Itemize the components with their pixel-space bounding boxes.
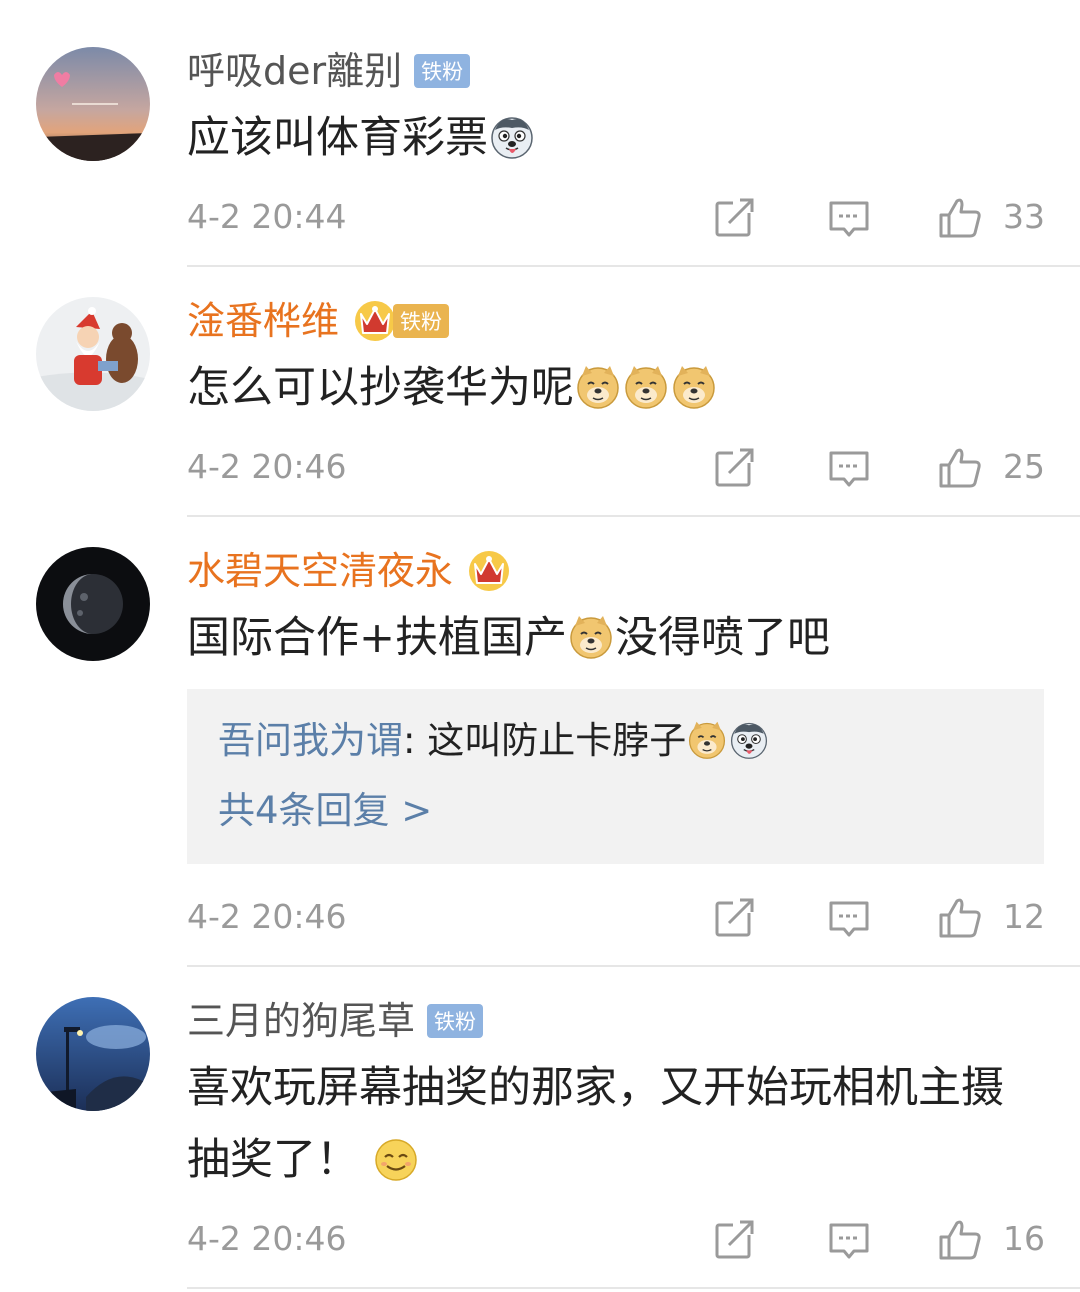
timestamp: 4-2 20:44 — [187, 197, 347, 236]
like-icon[interactable] — [937, 445, 981, 489]
like-icon[interactable] — [937, 195, 981, 239]
divider — [187, 965, 1080, 967]
reply-text: 这叫防止卡脖子 — [427, 719, 687, 762]
view-more-replies[interactable]: 共4条回复 > — [218, 785, 432, 837]
avatar[interactable] — [36, 47, 150, 161]
share-icon[interactable] — [713, 1217, 757, 1261]
comment-text: 怎么可以抄袭华为呢 — [187, 352, 1044, 424]
comment-text-body: 没得喷了吧 — [615, 613, 831, 663]
doge-emoji — [570, 615, 613, 659]
reply-icon[interactable] — [827, 1217, 871, 1261]
avatar[interactable] — [36, 547, 150, 661]
husky-emoji — [731, 722, 768, 759]
comment-header: 淦番桦维 铁粉 — [187, 296, 450, 346]
share-icon[interactable] — [713, 895, 757, 939]
divider — [187, 515, 1080, 517]
like-icon[interactable] — [937, 895, 981, 939]
like-count[interactable]: 25 — [1003, 445, 1045, 489]
avatar[interactable] — [36, 997, 150, 1111]
doge-emoji — [577, 365, 619, 409]
comment-text-body: 应该叫体育彩票 — [187, 113, 488, 163]
doge-emoji — [673, 365, 715, 409]
like-count[interactable]: 16 — [1003, 1217, 1045, 1261]
divider — [187, 265, 1080, 267]
membership-badge[interactable]: 铁粉 — [353, 299, 450, 343]
avatar[interactable] — [36, 297, 150, 411]
comment-actions: 4-2 20:46 12 — [187, 895, 1045, 939]
fan-badge[interactable]: 铁粉 — [414, 54, 471, 88]
reply-icon[interactable] — [827, 195, 871, 239]
share-icon[interactable] — [713, 195, 757, 239]
like-count[interactable]: 12 — [1003, 895, 1045, 939]
username[interactable]: 水碧天空清夜永 — [187, 546, 453, 596]
comment-text: 喜欢玩屏幕抽奖的那家，又开始玩相机主摄抽奖了！ — [187, 1052, 1044, 1196]
smile-emoji — [374, 1138, 418, 1182]
username[interactable]: 呼吸der離别 — [187, 46, 402, 96]
like-icon[interactable] — [937, 1217, 981, 1261]
doge-emoji — [625, 365, 667, 409]
reply-preview[interactable]: 吾问我为谓: 这叫防止卡脖子 共4条回复 > — [187, 689, 1044, 864]
comment-actions: 4-2 20:46 16 — [187, 1217, 1045, 1261]
comment-text-body: 喜欢玩屏幕抽奖的那家，又开始玩相机主摄抽奖了！ — [187, 1063, 1004, 1185]
fan-badge: 铁粉 — [393, 304, 450, 338]
share-icon[interactable] — [713, 445, 757, 489]
like-count[interactable]: 33 — [1003, 195, 1045, 239]
reply-icon[interactable] — [827, 895, 871, 939]
comment-actions: 4-2 20:46 25 — [187, 445, 1045, 489]
reply-icon[interactable] — [827, 445, 871, 489]
comment-header: 水碧天空清夜永 — [187, 546, 511, 596]
crown-icon — [354, 300, 397, 342]
doge-emoji — [688, 720, 726, 760]
reply-item: 吾问我为谓: 这叫防止卡脖子 — [218, 715, 770, 767]
timestamp: 4-2 20:46 — [187, 447, 347, 486]
husky-emoji — [491, 117, 533, 159]
timestamp: 4-2 20:46 — [187, 1219, 347, 1258]
crown-icon[interactable] — [467, 549, 511, 593]
comment-actions: 4-2 20:44 33 — [187, 195, 1045, 239]
username[interactable]: 三月的狗尾草 — [187, 996, 415, 1046]
divider — [187, 1287, 1080, 1289]
comment-header: 三月的狗尾草 铁粉 — [187, 996, 484, 1046]
reply-username[interactable]: 吾问我为谓 — [218, 719, 403, 762]
fan-badge[interactable]: 铁粉 — [427, 1004, 484, 1038]
comment-text: 应该叫体育彩票 — [187, 102, 1044, 174]
comment-text-body: 国际合作+扶植国产 — [187, 613, 568, 663]
username[interactable]: 淦番桦维 — [187, 296, 339, 346]
timestamp: 4-2 20:46 — [187, 897, 347, 936]
reply-separator: : — [403, 719, 428, 762]
comment-text: 国际合作+扶植国产 没得喷了吧 — [187, 602, 1044, 674]
comment-text-body: 怎么可以抄袭华为呢 — [187, 363, 574, 413]
comment-header: 呼吸der離别 铁粉 — [187, 46, 471, 96]
